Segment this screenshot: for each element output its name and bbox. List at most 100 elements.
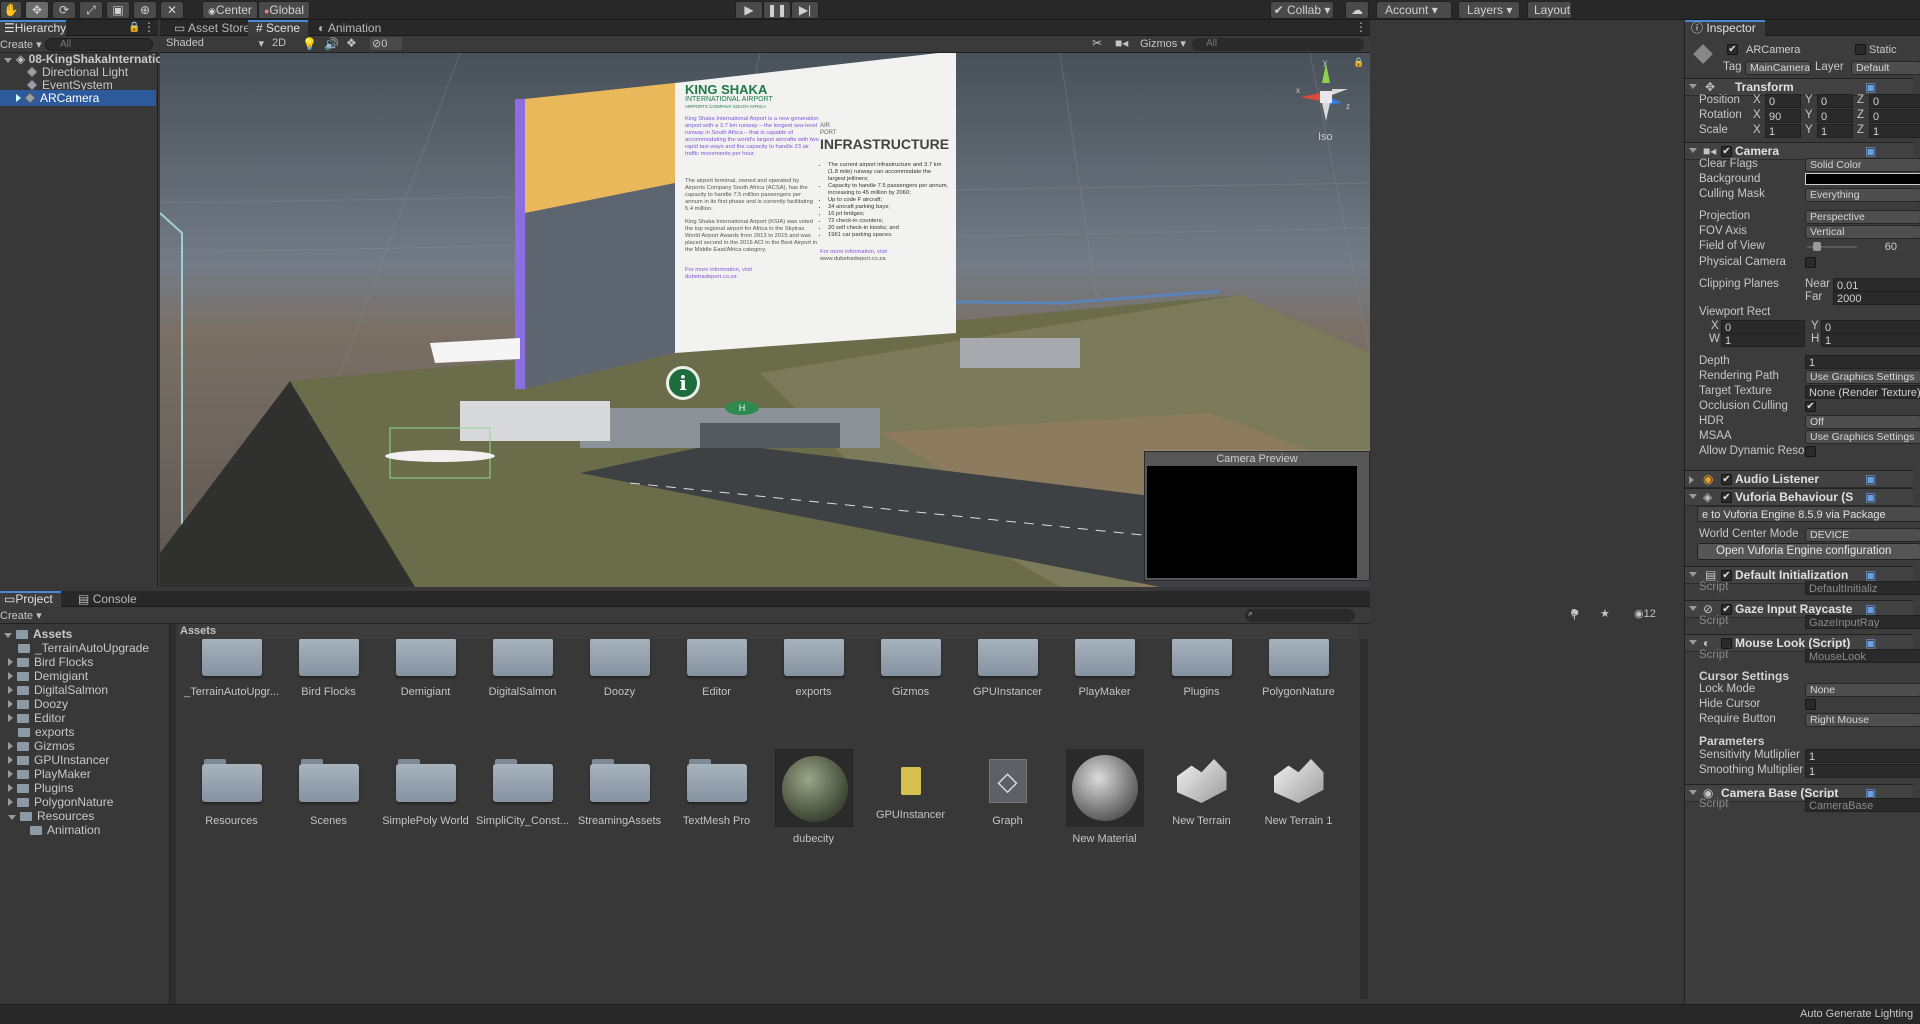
asset-folder[interactable]: Resources — [183, 759, 280, 827]
mode-2d-toggle[interactable]: 2D — [272, 37, 294, 49]
expand-arrow-icon[interactable] — [8, 815, 16, 820]
project-breadcrumb[interactable]: Assets — [178, 624, 1358, 639]
asset-terrain[interactable]: New Terrain 1 — [1250, 759, 1347, 827]
tab-inspector[interactable]: ⓘ Inspector — [1685, 20, 1765, 36]
transform-tool-button[interactable]: ⊕ — [133, 1, 157, 19]
background-color-swatch[interactable] — [1805, 173, 1920, 185]
foldout-icon[interactable] — [1689, 572, 1697, 577]
asset-folder[interactable]: PolygonNature — [1250, 639, 1347, 698]
viewport-y-field[interactable]: 0 — [1821, 320, 1920, 334]
project-create-dropdown[interactable]: Create ▾ — [0, 609, 42, 622]
pivot-toggle[interactable]: ◉Center — [202, 1, 258, 19]
rotation-z-field[interactable]: 0 — [1869, 109, 1920, 123]
expand-arrow-icon[interactable] — [4, 58, 12, 63]
rect-tool-button[interactable]: ▣ — [106, 1, 130, 19]
culling-mask-dropdown[interactable]: Everything — [1805, 188, 1920, 202]
expand-arrow-icon[interactable] — [8, 700, 13, 708]
viewport-w-field[interactable]: 1 — [1721, 333, 1805, 347]
asset-graph[interactable]: ◇ Graph — [959, 759, 1056, 827]
fov-slider-thumb[interactable] — [1813, 242, 1821, 251]
rotation-y-field[interactable]: 0 — [1817, 109, 1853, 123]
panel-menu-icon[interactable]: ⋮ — [1355, 20, 1367, 34]
smoothing-field[interactable]: 1 — [1805, 764, 1920, 778]
clear-flags-dropdown[interactable]: Solid Color — [1805, 158, 1920, 172]
asset-folder[interactable]: GPUInstancer — [959, 639, 1056, 698]
help-icon[interactable]: ▣ — [1865, 144, 1876, 158]
asset-folder[interactable]: Plugins — [1153, 639, 1250, 698]
audio-icon[interactable]: 🔊 — [324, 37, 339, 51]
expand-arrow-icon[interactable] — [8, 770, 13, 778]
move-tool-button[interactable]: ✥ — [25, 1, 49, 19]
asset-folder[interactable]: _TerrainAutoUpgr... — [183, 639, 280, 698]
effects-icon[interactable]: ❖ — [346, 36, 357, 50]
play-button[interactable]: ▶ — [735, 1, 763, 19]
help-icon[interactable]: ▣ — [1865, 472, 1876, 486]
script-field[interactable]: GazeInputRay — [1805, 615, 1920, 629]
expand-arrow-icon[interactable] — [8, 658, 13, 666]
asset-folder[interactable]: Demigiant — [377, 639, 474, 698]
collab-dropdown[interactable]: ✔ Collab ▾ — [1270, 1, 1334, 19]
shading-mode-dropdown[interactable]: Shaded ▾ — [166, 37, 266, 50]
script-field[interactable]: DefaultInitializ — [1805, 581, 1920, 595]
asset-folder[interactable]: Editor — [668, 639, 765, 698]
expand-arrow-icon[interactable] — [8, 784, 13, 792]
physical-camera-checkbox[interactable] — [1805, 257, 1816, 268]
static-checkbox[interactable] — [1855, 44, 1866, 55]
label-filter-icon[interactable]: ⚑ — [1570, 607, 1580, 620]
tab-animation[interactable]: ◐ Animation — [310, 20, 389, 36]
cloud-button[interactable]: ☁ — [1345, 1, 1369, 19]
project-search-input[interactable]: ⌕ — [1245, 608, 1355, 622]
allow-dynamic-checkbox[interactable] — [1805, 446, 1816, 457]
asset-folder[interactable]: SimpliCity_Const... — [474, 759, 571, 827]
asset-folder[interactable]: TextMesh Pro — [668, 759, 765, 827]
open-vuforia-config-button[interactable]: Open Vuforia Engine configuration — [1697, 543, 1920, 560]
component-enabled-checkbox[interactable]: ✔ — [1721, 474, 1732, 485]
lock-mode-dropdown[interactable]: None — [1805, 683, 1920, 697]
component-enabled-checkbox[interactable]: ✔ — [1721, 146, 1732, 157]
gizmos-dropdown[interactable]: Gizmos ▾ — [1140, 37, 1188, 50]
layer-dropdown[interactable]: Default — [1851, 61, 1920, 75]
asset-model[interactable]: dubecity — [765, 749, 862, 845]
help-icon[interactable]: ▣ — [1865, 80, 1876, 94]
collapse-arrow-icon[interactable] — [16, 94, 21, 102]
far-field[interactable]: 2000 — [1833, 291, 1920, 305]
audio-listener-header[interactable]: ◉ ✔ Audio Listener ▣ — [1685, 470, 1913, 488]
vuforia-update-notice[interactable]: e to Vuforia Engine 8.5.9 via Package — [1697, 506, 1920, 522]
fov-axis-dropdown[interactable]: Vertical — [1805, 225, 1920, 239]
layers-dropdown[interactable]: Layers ▾ — [1458, 1, 1520, 19]
airplane-model[interactable] — [385, 450, 495, 462]
asset-folder[interactable]: Doozy — [571, 639, 668, 698]
asset-folder[interactable]: SimplePoly World — [377, 759, 474, 827]
asset-folder[interactable]: Scenes — [280, 759, 377, 827]
foldout-icon[interactable] — [1689, 606, 1697, 611]
projection-label[interactable]: Iso — [1318, 131, 1333, 143]
hidden-objects-toggle[interactable]: ⊘0 — [370, 37, 402, 50]
component-enabled-checkbox[interactable]: ✔ — [1721, 492, 1732, 503]
object-name-field[interactable]: ARCamera — [1743, 43, 1851, 57]
require-button-dropdown[interactable]: Right Mouse — [1805, 713, 1920, 727]
expand-arrow-icon[interactable] — [8, 686, 13, 694]
create-dropdown[interactable]: Create ▾ — [0, 38, 42, 51]
scene-search-input[interactable]: All — [1192, 38, 1364, 51]
rotation-x-field[interactable]: 90 — [1765, 109, 1801, 123]
space-toggle[interactable]: ●Global — [258, 1, 310, 19]
hand-tool-button[interactable]: ✋ — [0, 1, 22, 19]
tree-folder[interactable]: Animation — [0, 822, 100, 838]
hierarchy-item-arcamera[interactable]: ARCamera — [0, 90, 156, 106]
hide-cursor-checkbox[interactable] — [1805, 699, 1816, 710]
favourite-star-icon[interactable]: ★ — [1600, 607, 1610, 620]
projection-dropdown[interactable]: Perspective — [1805, 210, 1920, 224]
step-button[interactable]: ▶| — [791, 1, 819, 19]
rendering-path-dropdown[interactable]: Use Graphics Settings — [1805, 370, 1920, 384]
scale-tool-button[interactable]: ⤢ — [79, 1, 103, 19]
asset-folder[interactable]: Bird Flocks — [280, 639, 377, 698]
help-icon[interactable]: ▣ — [1865, 636, 1876, 650]
info-marker[interactable]: i — [666, 366, 700, 400]
camera-settings-icon[interactable]: ■◂ — [1115, 36, 1128, 50]
msaa-dropdown[interactable]: Use Graphics Settings — [1805, 430, 1920, 444]
asset-zip[interactable]: GPUInstancer — [862, 759, 959, 821]
hierarchy-search-input[interactable]: All — [45, 38, 153, 51]
asset-folder[interactable]: StreamingAssets — [571, 759, 668, 827]
lighting-icon[interactable]: 💡 — [302, 37, 317, 51]
scale-x-field[interactable]: 1 — [1765, 124, 1801, 138]
